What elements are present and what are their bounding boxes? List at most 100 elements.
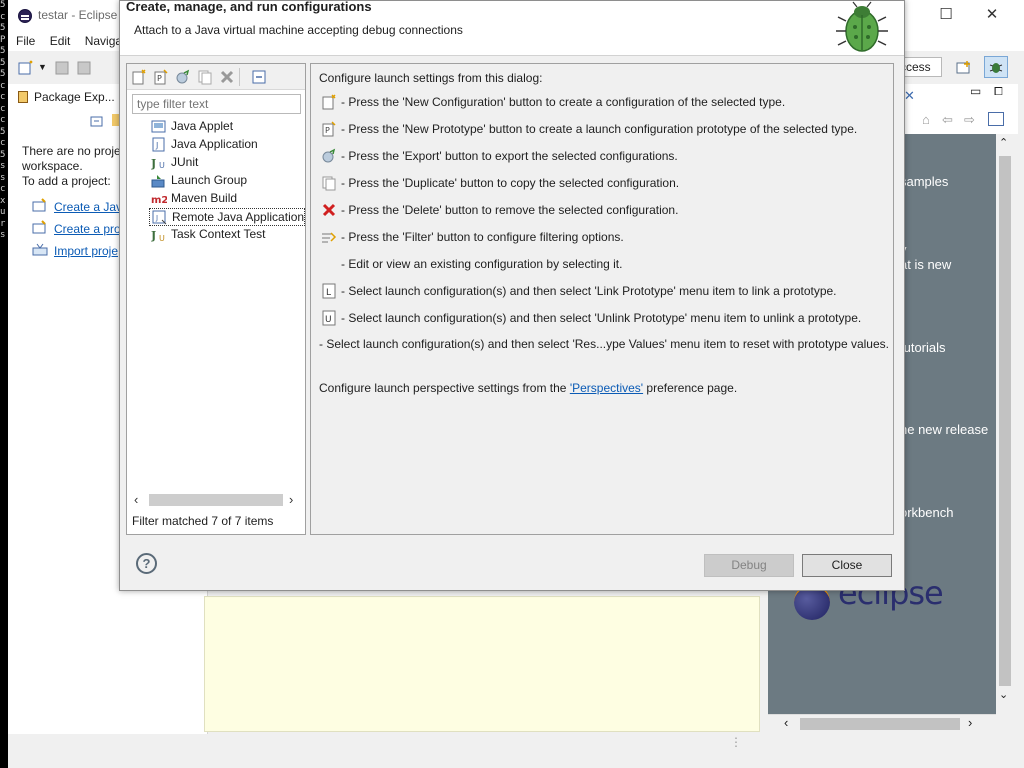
console-char: c bbox=[0, 138, 6, 148]
dialog-title: Create, manage, and run configurations bbox=[126, 0, 372, 14]
new-prototype-icon[interactable]: P bbox=[153, 69, 169, 85]
tree-item-label: Java Application bbox=[171, 137, 258, 151]
menu-file[interactable]: File bbox=[16, 31, 35, 51]
welcome-vscrollbar[interactable]: ⌃ ⌄ bbox=[996, 134, 1014, 714]
svg-text:U: U bbox=[159, 234, 165, 242]
perspectives-link[interactable]: 'Perspectives' bbox=[570, 381, 643, 395]
home-icon[interactable]: ⌂ bbox=[922, 112, 930, 127]
console-char: c bbox=[0, 80, 6, 91]
help-button[interactable]: ? bbox=[136, 553, 157, 574]
welcome-samples[interactable]: samples bbox=[900, 174, 948, 189]
package-icon bbox=[18, 91, 28, 103]
new-icon[interactable] bbox=[18, 60, 34, 76]
open-perspective-icon[interactable] bbox=[956, 60, 972, 76]
welcome-new-release[interactable]: he new release bbox=[900, 422, 988, 437]
package-explorer-tab[interactable]: Package Exp... bbox=[34, 90, 115, 104]
console-char: r bbox=[0, 218, 6, 229]
new-dropdown-icon[interactable]: ▼ bbox=[38, 62, 47, 72]
link-prototype-icon: L bbox=[322, 283, 336, 299]
scroll-down-icon[interactable]: ⌄ bbox=[999, 688, 1008, 701]
scroll-up-icon[interactable]: ⌃ bbox=[999, 136, 1008, 149]
menu-edit[interactable]: Edit bbox=[50, 31, 71, 51]
welcome-workbench[interactable]: orkbench bbox=[900, 505, 953, 520]
welcome-hscrollbar[interactable]: ‹ › bbox=[768, 714, 996, 732]
status-bar: ⋮ bbox=[8, 735, 1024, 768]
save-icon[interactable] bbox=[54, 60, 70, 76]
console-char: c bbox=[0, 103, 6, 114]
tree-scroll-right-icon[interactable]: › bbox=[289, 492, 293, 508]
instruction-text: - Press the 'New Configuration' button t… bbox=[341, 95, 786, 109]
hscroll-thumb[interactable] bbox=[800, 718, 960, 730]
maximize-button[interactable]: ☐ bbox=[932, 4, 960, 26]
tree-item-label: Launch Group bbox=[171, 173, 248, 187]
instruction-text: - Press the 'Filter' button to configure… bbox=[341, 230, 624, 244]
dialog-header: Create, manage, and run configurations A… bbox=[120, 0, 904, 56]
export-icon bbox=[322, 148, 336, 163]
filter-input[interactable] bbox=[132, 94, 301, 114]
collapse-all-icon[interactable] bbox=[251, 69, 267, 85]
close-button[interactable]: Close bbox=[802, 554, 892, 577]
tree-item-remote-java-application[interactable]: J Remote Java Application bbox=[149, 208, 305, 226]
bug-icon bbox=[989, 63, 1003, 73]
perspectives-line: Configure launch perspective settings fr… bbox=[319, 381, 738, 395]
config-toolbar: P bbox=[127, 64, 305, 90]
delete-icon[interactable] bbox=[219, 69, 235, 85]
create-project-link[interactable]: Create a proj bbox=[54, 222, 123, 236]
console-char: s bbox=[0, 172, 6, 183]
debug-perspective-button[interactable] bbox=[984, 56, 1008, 78]
scroll-left-icon[interactable]: ‹ bbox=[784, 715, 788, 730]
new-config-icon[interactable] bbox=[131, 69, 147, 85]
svg-text:J: J bbox=[155, 214, 158, 222]
restore-welcome-icon[interactable] bbox=[988, 112, 1004, 126]
maximize-view-icon[interactable]: ⧠ bbox=[994, 86, 1003, 99]
tree-item-label: Task Context Test bbox=[171, 227, 266, 241]
tree-item-junit[interactable]: J U JUnit bbox=[149, 154, 305, 172]
welcome-whatsnew[interactable]: at is new bbox=[900, 257, 951, 272]
import-project-icon bbox=[32, 243, 48, 256]
minimize-view-icon[interactable]: ▭ bbox=[970, 84, 981, 98]
vscroll-thumb[interactable] bbox=[999, 156, 1011, 686]
debug-bug-icon bbox=[836, 1, 888, 52]
duplicate-icon[interactable] bbox=[197, 69, 213, 85]
console-char: u bbox=[0, 207, 6, 217]
tree-item-label: Remote Java Application bbox=[172, 210, 305, 224]
console-char: P bbox=[0, 34, 6, 45]
console-char: c bbox=[0, 92, 6, 102]
status-grip-icon: ⋮ bbox=[730, 735, 742, 749]
duplicate-icon bbox=[322, 176, 336, 191]
instructions-intro: Configure launch settings from this dial… bbox=[319, 71, 543, 85]
export-icon[interactable] bbox=[175, 69, 191, 85]
config-type-pane: P Java AppletJJava ApplicationJUJUnitLau… bbox=[126, 63, 306, 535]
collapse-all-icon[interactable] bbox=[90, 116, 104, 128]
empty-workspace-message: There are no projec workspace. To add a … bbox=[22, 144, 127, 188]
save-all-icon[interactable] bbox=[76, 60, 92, 76]
scroll-right-icon[interactable]: › bbox=[968, 715, 972, 730]
filter-icon bbox=[322, 232, 337, 243]
tree-scroll-left-icon[interactable]: ‹ bbox=[134, 492, 138, 508]
console-char: x bbox=[0, 195, 6, 206]
debug-button[interactable]: Debug bbox=[704, 554, 794, 577]
close-window-button[interactable]: ✕ bbox=[978, 4, 1006, 26]
tree-item-maven-build[interactable]: m2 Maven Build bbox=[149, 190, 305, 208]
console-char: 5 bbox=[0, 0, 6, 10]
back-icon[interactable]: ⇦ bbox=[942, 112, 953, 128]
launch-group-icon bbox=[151, 175, 165, 188]
tree-item-task-context-test[interactable]: J U Task Context Test bbox=[149, 226, 305, 244]
tree-item-java-applet[interactable]: Java Applet bbox=[149, 118, 305, 136]
new-prototype-icon: P bbox=[322, 121, 336, 137]
import-project-link[interactable]: Import proje bbox=[54, 244, 118, 258]
instruction-text: - Select launch configuration(s) and the… bbox=[341, 284, 837, 298]
tree-hscrollbar[interactable]: ‹ › bbox=[131, 492, 301, 508]
welcome-tutorials[interactable]: tutorials bbox=[900, 340, 946, 355]
tree-item-java-application[interactable]: J Java Application bbox=[149, 136, 305, 154]
filter-status: Filter matched 7 of 7 items bbox=[132, 514, 274, 528]
tree-item-launch-group[interactable]: Launch Group bbox=[149, 172, 305, 190]
tree-hscroll-thumb[interactable] bbox=[149, 494, 283, 506]
svg-text:m2: m2 bbox=[151, 195, 167, 206]
forward-icon[interactable]: ⇨ bbox=[964, 112, 975, 128]
create-java-project-link[interactable]: Create a Java bbox=[54, 200, 129, 214]
close-welcome-icon[interactable]: ✕ bbox=[904, 88, 915, 104]
console-char: 5 bbox=[0, 126, 6, 137]
editor-area[interactable] bbox=[204, 596, 760, 732]
instruction-text: - Press the 'Export' button to export th… bbox=[341, 149, 678, 163]
